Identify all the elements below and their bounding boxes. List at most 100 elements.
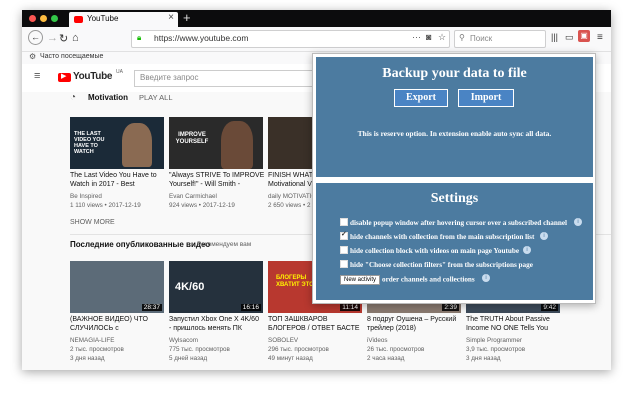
info-icon[interactable]: i <box>574 218 582 226</box>
close-tab-icon[interactable]: × <box>168 12 174 23</box>
navigation-bar: ← → ↻ ⌂ 🔒︎ https://www.youtube.com ··· ◙… <box>22 27 611 52</box>
video-title[interactable]: Запустил Xbox One X 4K/60 <box>169 316 259 323</box>
section-motivation-title[interactable]: Motivation <box>88 93 128 102</box>
video-title[interactable]: The Last Video You Have to <box>70 172 157 179</box>
home-icon[interactable]: ⌂ <box>72 32 79 44</box>
browser-search-input[interactable]: ⚲ Поиск <box>454 30 546 48</box>
option-hide-channels[interactable]: hide channels with collection from the m… <box>340 230 535 244</box>
video-channel[interactable]: Simple Programmer <box>466 337 522 344</box>
thumbnail-overlay-text: IMPROVE YOURSELF <box>175 132 209 145</box>
lock-icon: 🔒︎ <box>137 33 142 42</box>
url-text: https://www.youtube.com <box>154 33 249 43</box>
tab-title: YouTube <box>87 14 119 23</box>
video-title[interactable]: The TRUTH About Passive <box>466 316 550 323</box>
backup-title: Backup your data to file <box>382 66 527 81</box>
forward-arrow-icon[interactable]: → <box>47 32 58 44</box>
video-meta: 3 дня назад <box>466 355 501 362</box>
video-thumbnail[interactable]: IMPROVE YOURSELF <box>169 117 263 169</box>
menu-icon[interactable]: ≡ <box>597 32 603 43</box>
option-hide-collection-block[interactable]: hide collection block with videos on mai… <box>340 246 519 258</box>
import-button[interactable]: Import <box>458 89 514 107</box>
option-order: New activity order channels and collectio… <box>340 275 475 286</box>
checkbox-checked[interactable] <box>340 230 348 241</box>
video-thumbnail[interactable]: THE LAST VIDEO YOU HAVE TO WATCH <box>70 117 164 169</box>
search-placeholder: Поиск <box>470 34 493 43</box>
back-arrow-icon[interactable]: ← <box>28 30 43 45</box>
video-thumbnail[interactable]: 28:37 <box>70 261 164 313</box>
video-title[interactable]: Motivational Vi <box>268 181 313 188</box>
video-thumbnail[interactable] <box>268 117 312 169</box>
video-channel[interactable]: Evan Carmichael <box>169 193 217 200</box>
video-title[interactable]: Yourself!" - Will Smith - <box>169 181 240 188</box>
show-more-button[interactable]: SHOW MORE <box>70 219 115 226</box>
video-thumbnail[interactable]: 4K/60 16:16 <box>169 261 263 313</box>
video-title[interactable]: ТОП ЗАШКВАРОВ <box>268 316 328 323</box>
youtube-search-input[interactable]: Введите запрос <box>134 70 326 87</box>
pocket-icon[interactable]: ◙ <box>426 32 431 42</box>
video-meta: 775 тыс. просмотров <box>169 346 230 353</box>
thumbnail-overlay-text: THE LAST VIDEO YOU HAVE TO WATCH <box>74 131 105 155</box>
play-all-button[interactable]: PLAY ALL <box>139 93 173 102</box>
video-title[interactable]: Watch in 2017 - Best <box>70 181 135 188</box>
checkbox[interactable] <box>340 218 348 227</box>
video-meta: 296 тыс. просмотров <box>268 346 329 353</box>
video-duration: 2:39 <box>442 304 459 311</box>
video-meta: 3,9 тыс. просмотров <box>466 346 526 353</box>
video-title[interactable]: СЛУЧИЛОСЬ с <box>70 325 119 332</box>
bookmark-most-visited[interactable]: Часто посещаемые <box>40 53 103 60</box>
video-channel[interactable]: NEMAGIA-LIFE <box>70 337 114 344</box>
video-title[interactable]: Income NO ONE Tells You <box>466 325 548 332</box>
tab-bar: YouTube × + <box>22 10 611 27</box>
sidebar-icon[interactable]: ▭ <box>565 32 574 43</box>
video-title[interactable]: БЛОГЕРОВ / ОТВЕТ БАСТЕ <box>268 325 360 332</box>
section-latest-subtitle: Рекомендуем вам <box>197 241 252 248</box>
gear-icon: ⚙ <box>29 52 37 61</box>
search-icon: ⚲ <box>459 33 465 42</box>
video-title[interactable]: "Always STRIVE To IMPROVE <box>169 172 264 179</box>
video-channel[interactable]: Wylsacom <box>169 337 198 344</box>
browser-window: YouTube × + ← → ↻ ⌂ 🔒︎ https://www.youtu… <box>22 10 611 370</box>
settings-panel: Settings disable popup window after hove… <box>316 183 593 300</box>
info-icon[interactable]: i <box>482 274 490 282</box>
checkbox[interactable] <box>340 246 348 255</box>
tab-youtube[interactable]: YouTube × <box>69 12 178 27</box>
backup-panel: Backup your data to file Export Import T… <box>316 57 593 177</box>
video-title[interactable]: трейлер (2018) <box>367 325 416 332</box>
youtube-logo[interactable]: YouTube <box>73 71 113 82</box>
video-channel[interactable]: Be Inspired <box>70 193 102 200</box>
video-title[interactable]: - пришлось менять ПК <box>169 325 242 332</box>
minimize-window-button[interactable] <box>40 15 47 22</box>
extension-icon[interactable]: ▣ <box>578 30 590 42</box>
bookmark-star-icon[interactable]: ☆ <box>438 32 446 43</box>
play-triangle-icon: ▶ <box>61 73 67 80</box>
maximize-window-button[interactable] <box>51 15 58 22</box>
option-hide-filters[interactable]: hide "Choose collection filters" from th… <box>340 260 533 272</box>
section-latest-title[interactable]: Последние опубликованные видео <box>70 240 210 249</box>
video-meta: 2 650 views • 2 <box>268 202 311 209</box>
page-actions-icon[interactable]: ··· <box>412 32 421 42</box>
video-meta: 1 110 views • 2017-12-19 <box>70 202 141 209</box>
settings-title: Settings <box>430 191 479 206</box>
library-icon[interactable]: ||| <box>551 32 558 42</box>
new-tab-button[interactable]: + <box>183 10 191 25</box>
close-window-button[interactable] <box>29 15 36 22</box>
video-channel[interactable]: SOBOLEV <box>268 337 298 344</box>
video-channel[interactable]: daily MOTIVATIO <box>268 193 316 200</box>
video-meta: 5 дней назад <box>169 355 208 362</box>
order-select[interactable]: New activity <box>340 275 381 285</box>
video-title[interactable]: 8 подруг Оушена – Русский <box>367 316 456 323</box>
thumbnail-overlay-text: 4K/60 <box>175 281 205 293</box>
reload-icon[interactable]: ↻ <box>59 32 68 45</box>
option-disable-popup[interactable]: disable popup window after hovering curs… <box>340 218 568 230</box>
option-label: hide channels with collection from the m… <box>350 233 535 241</box>
video-channel[interactable]: iVideos <box>367 337 388 344</box>
video-title[interactable]: (ВАЖНОЕ ВИДЕО) ЧТО <box>70 316 148 323</box>
option-label: disable popup window after hovering curs… <box>350 219 568 227</box>
url-bar[interactable]: 🔒︎ https://www.youtube.com ··· ◙ ☆ <box>131 30 450 48</box>
video-duration: 9:42 <box>541 304 558 311</box>
checkbox[interactable] <box>340 260 348 269</box>
export-button[interactable]: Export <box>394 89 448 107</box>
info-icon[interactable]: i <box>523 246 531 254</box>
hamburger-menu-icon[interactable]: ≡ <box>34 70 40 82</box>
info-icon[interactable]: i <box>540 232 548 240</box>
